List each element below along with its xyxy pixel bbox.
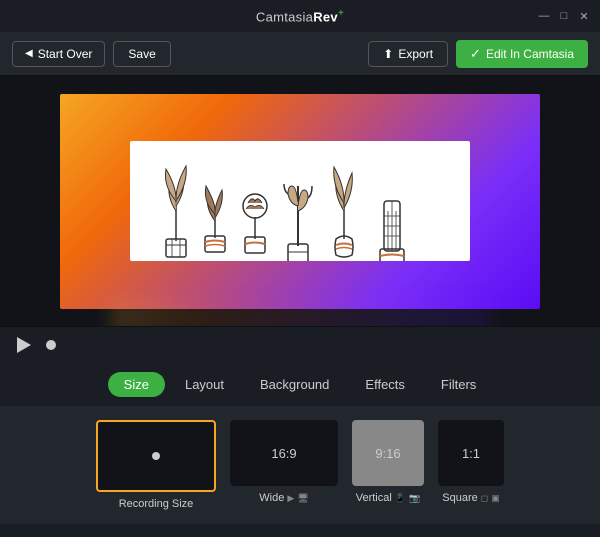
preset-vertical[interactable]: 9:16 Vertical 📱 📷: [352, 420, 424, 504]
arrow-icon: ◀: [25, 48, 33, 59]
edit-in-camtasia-button[interactable]: ✓ Edit In Camtasia: [456, 40, 588, 68]
stage-reflection: [110, 299, 490, 327]
toolbar: ◀ Start Over Save ⬆ Export ✓ Edit In Cam…: [0, 32, 600, 76]
recording-dot-icon: [152, 452, 160, 460]
preset-wide[interactable]: 16:9 Wide ▶ 🖥: [230, 420, 338, 504]
mobile-icon: 📷: [409, 493, 420, 504]
timeline-scrubber[interactable]: [46, 340, 56, 350]
tab-size[interactable]: Size: [108, 372, 165, 397]
tab-layout[interactable]: Layout: [169, 372, 240, 397]
save-button[interactable]: Save: [113, 41, 170, 67]
preview-area: [0, 76, 600, 326]
tab-filters[interactable]: Filters: [425, 372, 492, 397]
preset-recording-label: Recording Size: [119, 498, 194, 510]
vertical-ratio-text: 9:16: [375, 446, 400, 461]
preset-thumb-wide: 16:9: [230, 420, 338, 486]
monitor-icon: 🖥: [297, 493, 308, 504]
portrait-icon: 📱: [395, 493, 406, 504]
tab-bar: Size Layout Background Effects Filters: [0, 362, 600, 406]
tab-background[interactable]: Background: [244, 372, 345, 397]
app-title: CamtasiaRev+: [256, 8, 344, 24]
preset-recording[interactable]: Recording Size: [96, 420, 216, 510]
preset-square-label: Square: [442, 492, 477, 504]
preset-vertical-label: Vertical: [356, 492, 392, 504]
plant-card: [130, 141, 470, 261]
play-button[interactable]: [14, 335, 34, 355]
square-social-icon: ▣: [491, 493, 500, 504]
check-icon: ✓: [470, 46, 481, 62]
square-ratio-text: 1:1: [462, 446, 480, 461]
playback-bar: [0, 326, 600, 362]
instagram-icon: ◻: [481, 493, 488, 504]
preset-wide-label: Wide: [259, 492, 284, 504]
preset-thumb-recording: [96, 420, 216, 492]
title-bar: CamtasiaRev+ — □ ✕: [0, 0, 600, 32]
minimize-button[interactable]: —: [538, 10, 550, 22]
close-button[interactable]: ✕: [578, 10, 590, 22]
wide-ratio-text: 16:9: [271, 446, 296, 461]
export-button[interactable]: ⬆ Export: [368, 41, 448, 67]
stage: [60, 94, 540, 309]
start-over-button[interactable]: ◀ Start Over: [12, 41, 105, 67]
preset-square[interactable]: 1:1 Square ◻ ▣: [438, 420, 504, 504]
preset-thumb-vertical: 9:16: [352, 420, 424, 486]
youtube-icon: ▶: [287, 493, 294, 504]
plant-illustration: [130, 141, 470, 261]
window-controls: — □ ✕: [538, 10, 590, 22]
presets-section: Recording Size 16:9 Wide ▶ 🖥 9:16 Vertic…: [0, 406, 600, 524]
export-icon: ⬆: [383, 47, 393, 61]
maximize-button[interactable]: □: [558, 10, 570, 22]
play-icon: [17, 337, 31, 353]
tab-effects[interactable]: Effects: [349, 372, 421, 397]
preset-thumb-square: 1:1: [438, 420, 504, 486]
